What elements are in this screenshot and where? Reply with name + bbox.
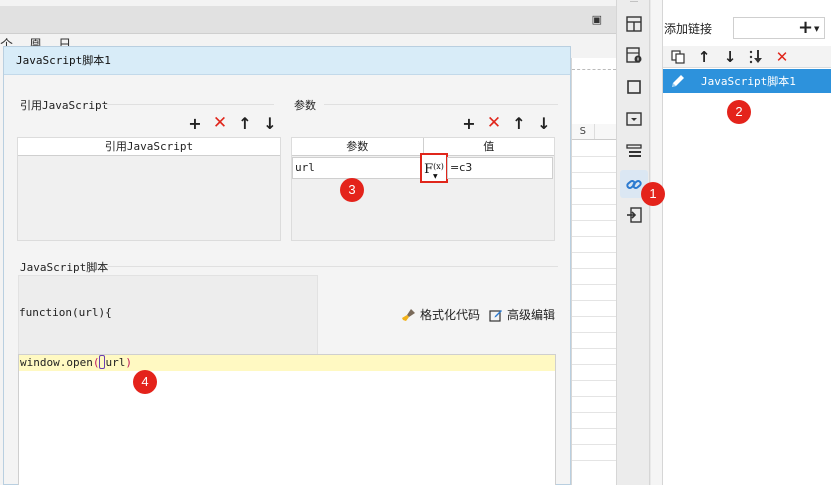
- advanced-edit-button[interactable]: 高级编辑: [489, 306, 555, 323]
- grid-line: [572, 220, 617, 221]
- grid-line: [572, 204, 617, 205]
- ref-move-down-button[interactable]: ↓: [261, 114, 279, 133]
- grid-line: [572, 348, 617, 349]
- cell-info-icon[interactable]: [625, 46, 643, 64]
- move-up-button[interactable]: ↑: [695, 48, 713, 66]
- param-row: url F(x) ▼ =c3: [292, 153, 554, 183]
- grid-line: [572, 332, 617, 333]
- link-list-item-label: JavaScript脚本1: [701, 75, 796, 88]
- widget-icon[interactable]: [625, 110, 643, 128]
- copy-button[interactable]: [669, 48, 687, 66]
- ref-table-header: 引用JavaScript: [18, 138, 280, 156]
- link-list-item[interactable]: JavaScript脚本1: [663, 69, 831, 93]
- stack-icon[interactable]: [625, 142, 643, 160]
- advanced-edit-label: 高级编辑: [507, 308, 556, 322]
- formula-button[interactable]: F(x) ▼: [420, 153, 448, 183]
- step-badge: 2: [727, 100, 751, 124]
- function-signature: function(url){: [19, 306, 112, 319]
- grid-line: [572, 252, 617, 253]
- function-header-box: function(url){: [18, 275, 318, 355]
- grid-line: [572, 300, 617, 301]
- delete-button[interactable]: ✕: [773, 48, 791, 66]
- grid-line: [572, 316, 617, 317]
- vertical-toolbar: [616, 0, 650, 485]
- ref-move-up-button[interactable]: ↑: [236, 114, 254, 133]
- import-icon[interactable]: [625, 206, 643, 224]
- code-close-paren: ): [125, 356, 132, 369]
- add-link-label: 添加链接: [664, 22, 713, 36]
- param-name-cell[interactable]: url: [292, 157, 422, 179]
- param-value-cell[interactable]: =c3: [447, 157, 553, 179]
- link-list-toolbar: ↑ ↓ ✕: [663, 46, 831, 68]
- ref-delete-button[interactable]: ✕: [211, 113, 229, 133]
- code-arg: url: [105, 356, 126, 369]
- cell-attr-icon[interactable]: [625, 15, 643, 33]
- code-editor[interactable]: window.open( url): [18, 354, 556, 485]
- column-s-label: S: [572, 124, 595, 139]
- grid-line: [572, 172, 617, 173]
- sort-icon: [749, 50, 762, 64]
- grid-line: [572, 380, 617, 381]
- code-open-paren: (: [92, 356, 100, 369]
- step-badge: 1: [641, 182, 665, 206]
- script-section-label: JavaScript脚本: [20, 261, 109, 274]
- step-badge: 3: [340, 178, 364, 202]
- ruler: [572, 58, 616, 70]
- param-name-header: 参数: [292, 138, 424, 155]
- grid-line: [572, 364, 617, 365]
- add-link-dropdown[interactable]: + ▼: [733, 17, 825, 39]
- format-code-label: 格式化代码: [420, 308, 481, 322]
- format-code-button[interactable]: 格式化代码: [402, 306, 480, 323]
- ref-add-button[interactable]: +: [186, 114, 204, 133]
- fx-letter: F: [424, 162, 434, 177]
- params-table: 参数 值 url F(x) ▼ =c3: [291, 137, 555, 241]
- grid-line: [572, 412, 617, 413]
- param-move-up-button[interactable]: ↑: [510, 114, 528, 133]
- grid-line: [572, 428, 617, 429]
- grid-line: [572, 188, 617, 189]
- ref-section-label: 引用JavaScript: [20, 99, 109, 112]
- grid-line: [572, 396, 617, 397]
- move-down-button[interactable]: ↓: [721, 48, 739, 66]
- param-move-down-button[interactable]: ↓: [535, 114, 553, 133]
- param-delete-button[interactable]: ✕: [485, 113, 503, 133]
- grid-line: [572, 268, 617, 269]
- fx-sub: (x): [433, 162, 444, 171]
- ref-column-header: 引用JavaScript: [104, 140, 194, 153]
- broom-icon: [402, 308, 416, 322]
- edit-icon: [489, 308, 503, 322]
- grid-line: [572, 236, 617, 237]
- chevron-down-icon: ▼: [814, 25, 820, 33]
- collapse-icon[interactable]: [625, 0, 643, 14]
- grid-line: [572, 460, 617, 461]
- grid-line: [572, 284, 617, 285]
- pencil-icon: [667, 70, 689, 92]
- grid-line: [572, 156, 617, 157]
- corner-expand-icon[interactable]: ▣: [592, 13, 602, 26]
- code-line: window.open( url): [19, 355, 555, 371]
- javascript-dialog: JavaScript脚本1 引用JavaScript + ✕ ↑ ↓ 引用Jav…: [3, 46, 571, 485]
- sort-button[interactable]: [747, 48, 765, 66]
- add-link-plus-icon: +: [798, 17, 814, 38]
- ref-table: 引用JavaScript: [17, 137, 281, 241]
- grid-line: [572, 444, 617, 445]
- column-blank: [595, 124, 617, 139]
- app-window: ▣ 个 凰 日 S: [0, 0, 831, 485]
- param-add-button[interactable]: +: [460, 114, 478, 133]
- section-divider: [108, 266, 558, 267]
- section-divider: [324, 104, 558, 105]
- section-divider: [104, 104, 274, 105]
- copy-icon: [671, 50, 685, 64]
- frame-icon[interactable]: [625, 78, 643, 96]
- code-prefix: window.open: [20, 356, 93, 369]
- step-badge: 4: [133, 370, 157, 394]
- column-header: S: [572, 124, 617, 140]
- params-section-label: 参数: [294, 99, 316, 112]
- spreadsheet-strip: S: [571, 58, 617, 485]
- fx-dropdown-icon: ▼: [433, 173, 438, 180]
- editor-topbar: ▣: [0, 6, 616, 34]
- dialog-title: JavaScript脚本1: [4, 47, 570, 75]
